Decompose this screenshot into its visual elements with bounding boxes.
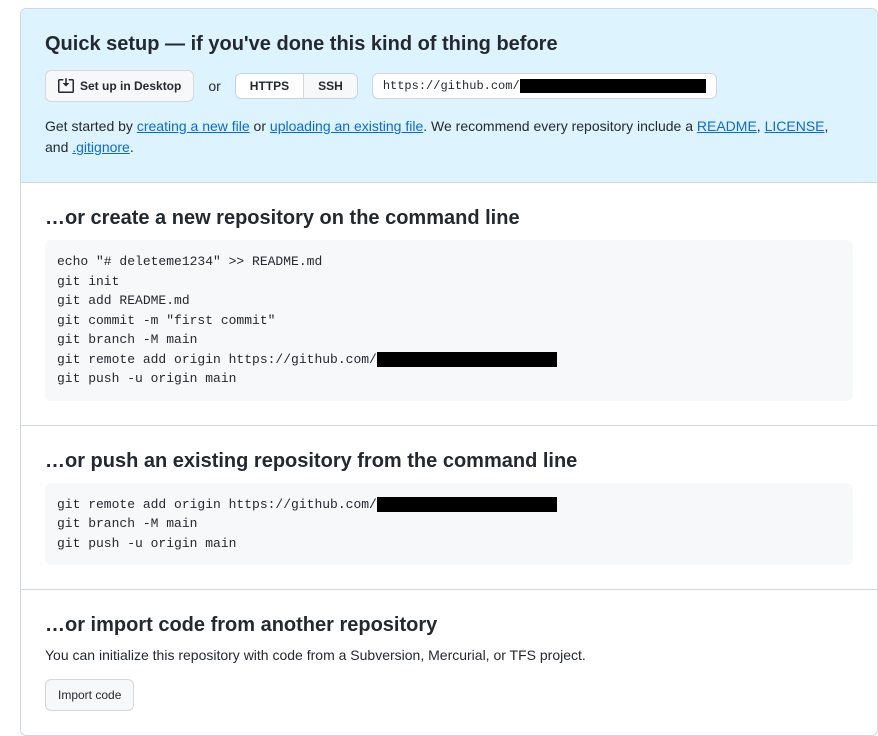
push-repo-section: …or push an existing repository from the… (21, 425, 877, 590)
help-end: . (130, 139, 134, 155)
redacted-repo-path (520, 79, 706, 93)
remote-prefix: git remote add origin https://github.com… (57, 497, 377, 512)
protocol-toggle: HTTPS SSH (235, 73, 358, 99)
code-line: git remote add origin https://github.com… (57, 350, 841, 370)
desktop-download-icon (58, 78, 74, 94)
code-line: git push -u origin main (57, 534, 841, 554)
readme-link[interactable]: README (697, 118, 757, 134)
upload-file-link[interactable]: uploading an existing file (270, 118, 423, 134)
help-prefix: Get started by (45, 118, 137, 134)
create-repo-section: …or create a new repository on the comma… (21, 182, 877, 425)
quick-setup-title: Quick setup — if you've done this kind o… (45, 33, 853, 56)
repo-setup-container: Quick setup — if you've done this kind o… (20, 8, 878, 736)
import-repo-section: …or import code from another repository … (21, 589, 877, 735)
code-line: git commit -m "first commit" (57, 311, 841, 331)
or-text: or (208, 78, 220, 94)
setup-desktop-label: Set up in Desktop (80, 76, 181, 96)
import-repo-title: …or import code from another repository (45, 614, 853, 637)
help-or: or (250, 118, 270, 134)
clone-url-prefix: https://github.com/ (383, 79, 520, 93)
create-repo-title: …or create a new repository on the comma… (45, 207, 853, 230)
import-code-button[interactable]: Import code (45, 679, 134, 711)
code-line: git add README.md (57, 291, 841, 311)
ssh-tab[interactable]: SSH (303, 74, 357, 98)
gitignore-link[interactable]: .gitignore (72, 139, 130, 155)
code-line: git branch -M main (57, 514, 841, 534)
https-tab[interactable]: HTTPS (236, 74, 303, 98)
code-line: git push -u origin main (57, 369, 841, 389)
code-line: git branch -M main (57, 330, 841, 350)
import-repo-desc: You can initialize this repository with … (45, 647, 853, 663)
setup-desktop-button[interactable]: Set up in Desktop (45, 70, 194, 102)
redacted-remote-url (377, 352, 557, 367)
help-text: Get started by creating a new file or up… (45, 116, 853, 158)
code-line: git init (57, 272, 841, 292)
setup-row: Set up in Desktop or HTTPS SSH https://g… (45, 70, 853, 102)
create-file-link[interactable]: creating a new file (137, 118, 250, 134)
license-link[interactable]: LICENSE (765, 118, 825, 134)
push-repo-code[interactable]: git remote add origin https://github.com… (45, 483, 853, 566)
help-comma: , (757, 118, 765, 134)
help-mid: . We recommend every repository include … (423, 118, 697, 134)
push-repo-title: …or push an existing repository from the… (45, 450, 853, 473)
remote-prefix: git remote add origin https://github.com… (57, 352, 377, 367)
code-line: git remote add origin https://github.com… (57, 495, 841, 515)
code-line: echo "# deleteme1234" >> README.md (57, 252, 841, 272)
quick-setup-panel: Quick setup — if you've done this kind o… (21, 9, 877, 182)
clone-url-input[interactable]: https://github.com/ (372, 73, 717, 99)
redacted-remote-url (377, 497, 557, 512)
create-repo-code[interactable]: echo "# deleteme1234" >> README.mdgit in… (45, 240, 853, 401)
